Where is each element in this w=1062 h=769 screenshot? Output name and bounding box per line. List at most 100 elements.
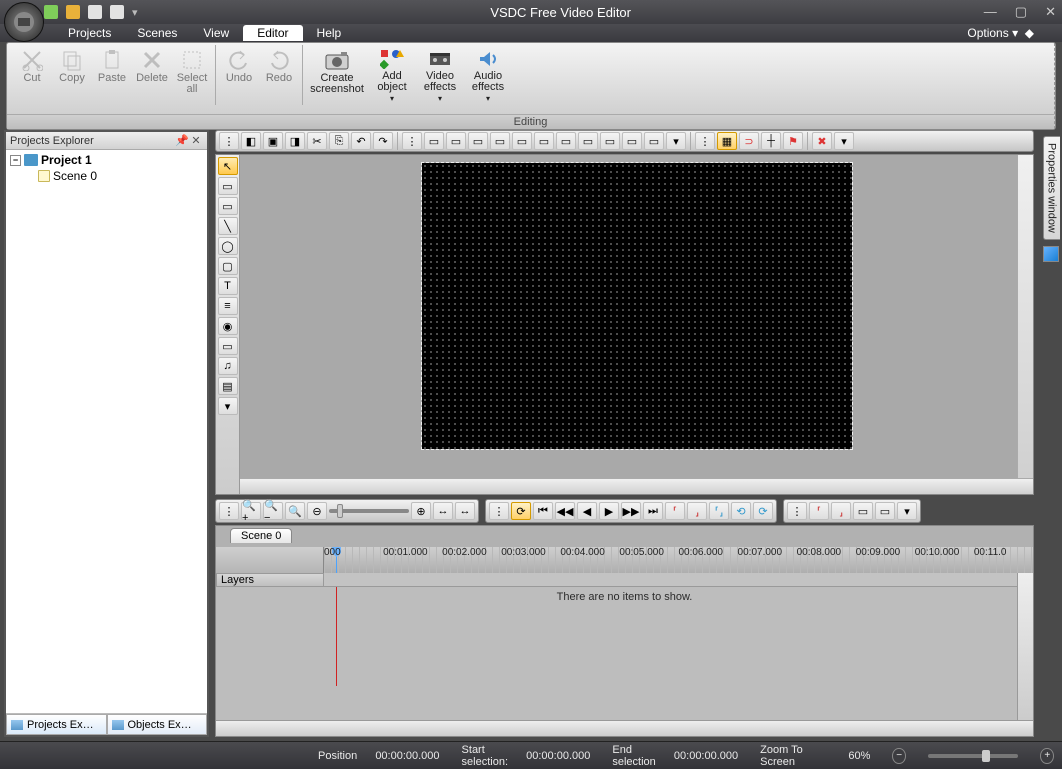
menu-projects[interactable]: Projects [56, 25, 123, 41]
cut-button[interactable]: Cut [13, 45, 51, 105]
menu-editor[interactable]: Editor [243, 25, 302, 41]
tree-project-node[interactable]: − Project 1 [10, 152, 203, 168]
status-zoom-slider[interactable] [928, 754, 1019, 758]
mark-out-icon[interactable]: ⸥ [687, 502, 707, 520]
link2-icon[interactable]: ⟳ [753, 502, 773, 520]
step-fwd-icon[interactable]: ▶▶ [621, 502, 641, 520]
tb-arrange9-icon[interactable]: ▭ [600, 132, 620, 150]
audio-effects-button[interactable]: Audio effects▾ [465, 45, 511, 105]
timeline-ruler[interactable]: 00000:01.00000:02.00000:03.00000:04.0000… [324, 547, 1033, 573]
loop-icon[interactable]: ⟳ [511, 502, 531, 520]
panel-close-icon[interactable]: ✕ [189, 134, 203, 147]
tb-arrange11-icon[interactable]: ▭ [644, 132, 664, 150]
panel-pin-icon[interactable]: 📌 [175, 134, 189, 147]
tl-handle2-icon[interactable]: ⋮ [489, 502, 509, 520]
tl-handle-icon[interactable]: ⋮ [219, 502, 239, 520]
canvas-v-scrollbar[interactable] [1017, 155, 1033, 478]
goto-end-icon[interactable]: ⏭ [643, 502, 663, 520]
canvas-h-scrollbar[interactable] [240, 478, 1033, 494]
menu-scenes[interactable]: Scenes [125, 25, 189, 41]
tb-redo-icon[interactable]: ↷ [373, 132, 393, 150]
minimize-button[interactable]: — [984, 4, 997, 20]
tl-drop-icon[interactable]: ▾ [897, 502, 917, 520]
tool-ellipse-icon[interactable]: ◯ [218, 237, 238, 255]
step-back-icon[interactable]: ◀◀ [555, 502, 575, 520]
mark-in-icon[interactable]: ⸢ [665, 502, 685, 520]
zoom-minus-icon[interactable]: ⊖ [307, 502, 327, 520]
tb-cut-icon[interactable]: ✂ [307, 132, 327, 150]
tool-image-icon[interactable]: ▭ [218, 337, 238, 355]
timeline-body[interactable]: There are no items to show. [216, 587, 1033, 720]
properties-window-tab[interactable]: Properties window [1043, 136, 1060, 240]
timeline-h-scrollbar[interactable] [216, 720, 1033, 736]
redo-button[interactable]: Redo [260, 45, 298, 105]
tree-scene-node[interactable]: Scene 0 [10, 168, 203, 184]
tl-tool2-icon[interactable]: ▭ [875, 502, 895, 520]
qat-open-icon[interactable] [66, 5, 80, 19]
tool-sphere-icon[interactable]: ◉ [218, 317, 238, 335]
timeline-v-scrollbar[interactable] [1017, 573, 1033, 720]
zoom-fit-icon[interactable]: 🔍 [285, 502, 305, 520]
tb-arrange2-icon[interactable]: ▭ [446, 132, 466, 150]
timeline-cursor[interactable] [336, 587, 337, 686]
tb-arrange4-icon[interactable]: ▭ [490, 132, 510, 150]
tool-subtl-icon[interactable]: ≡ [218, 297, 238, 315]
tool-roundrect-icon[interactable]: ▢ [218, 257, 238, 275]
layers-track[interactable] [324, 573, 1033, 587]
tool-rect-icon[interactable]: ▭ [218, 177, 238, 195]
preview-canvas[interactable] [422, 163, 852, 449]
split1-icon[interactable]: ⸢ [809, 502, 829, 520]
tb-del-icon[interactable]: ✖ [812, 132, 832, 150]
tb-grid-icon[interactable]: ┼ [761, 132, 781, 150]
maximize-button[interactable]: ▢ [1015, 4, 1027, 20]
zoom-plus-icon[interactable]: ⊕ [411, 502, 431, 520]
qat-save-icon[interactable] [88, 5, 102, 19]
menu-view[interactable]: View [191, 25, 241, 41]
zoom-range1-icon[interactable]: ↔ [433, 502, 453, 520]
status-zoom-in-icon[interactable]: + [1040, 748, 1054, 764]
zoom-out-icon[interactable]: 🔍− [263, 502, 283, 520]
tb-arrange1-icon[interactable]: ▭ [424, 132, 444, 150]
close-button[interactable]: ✕ [1045, 4, 1056, 20]
create-screenshot-button[interactable]: Create screenshot [307, 45, 367, 105]
tb-arrange3-icon[interactable]: ▭ [468, 132, 488, 150]
menu-options[interactable]: Options ▾ ◆ [967, 26, 1062, 40]
tb-copy-icon[interactable]: ⎘ [329, 132, 349, 150]
tl-tool1-icon[interactable]: ▭ [853, 502, 873, 520]
range-icon[interactable]: ⸢⸥ [709, 502, 729, 520]
project-tree[interactable]: − Project 1 Scene 0 [6, 150, 207, 713]
prev-frame-icon[interactable]: ◀ [577, 502, 597, 520]
resources-tab-icon[interactable] [1043, 246, 1059, 262]
tb-arrange-drop-icon[interactable]: ▾ [666, 132, 686, 150]
zoom-range2-icon[interactable]: ↔ [455, 502, 475, 520]
tool-dash-icon[interactable]: ▭ [218, 197, 238, 215]
tool-audio-icon[interactable]: ♫ [218, 357, 238, 375]
add-object-button[interactable]: Add object▾ [369, 45, 415, 105]
split2-icon[interactable]: ⸥ [831, 502, 851, 520]
tb-drop2-icon[interactable]: ▾ [834, 132, 854, 150]
qat-new-doc-icon[interactable] [110, 5, 124, 19]
tb-handle3-icon[interactable]: ⋮ [695, 132, 715, 150]
zoom-in-icon[interactable]: 🔍+ [241, 502, 261, 520]
menu-help[interactable]: Help [305, 25, 354, 41]
tb-arrange10-icon[interactable]: ▭ [622, 132, 642, 150]
tb-handle2-icon[interactable]: ⋮ [402, 132, 422, 150]
tb-snap-icon[interactable]: ▦ [717, 132, 737, 150]
tool-text-icon[interactable]: T [218, 277, 238, 295]
tool-chart-icon[interactable]: ▤ [218, 377, 238, 395]
status-zoom-label[interactable]: Zoom To Screen [760, 744, 826, 768]
tb-handle-icon[interactable]: ⋮ [219, 132, 239, 150]
tree-collapse-icon[interactable]: − [10, 155, 21, 166]
select-all-button[interactable]: Select all [173, 45, 211, 105]
tb-align-right-icon[interactable]: ◨ [285, 132, 305, 150]
tb-align-center-icon[interactable]: ▣ [263, 132, 283, 150]
tb-undo-icon[interactable]: ↶ [351, 132, 371, 150]
paste-button[interactable]: Paste [93, 45, 131, 105]
next-frame-icon[interactable]: ▶ [599, 502, 619, 520]
delete-button[interactable]: Delete [133, 45, 171, 105]
tb-magnet-icon[interactable]: ⊃ [739, 132, 759, 150]
tb-arrange8-icon[interactable]: ▭ [578, 132, 598, 150]
tool-cursor-icon[interactable]: ↖ [218, 157, 238, 175]
tab-objects-explorer[interactable]: Objects Ex… [107, 714, 208, 735]
undo-button[interactable]: Undo [220, 45, 258, 105]
